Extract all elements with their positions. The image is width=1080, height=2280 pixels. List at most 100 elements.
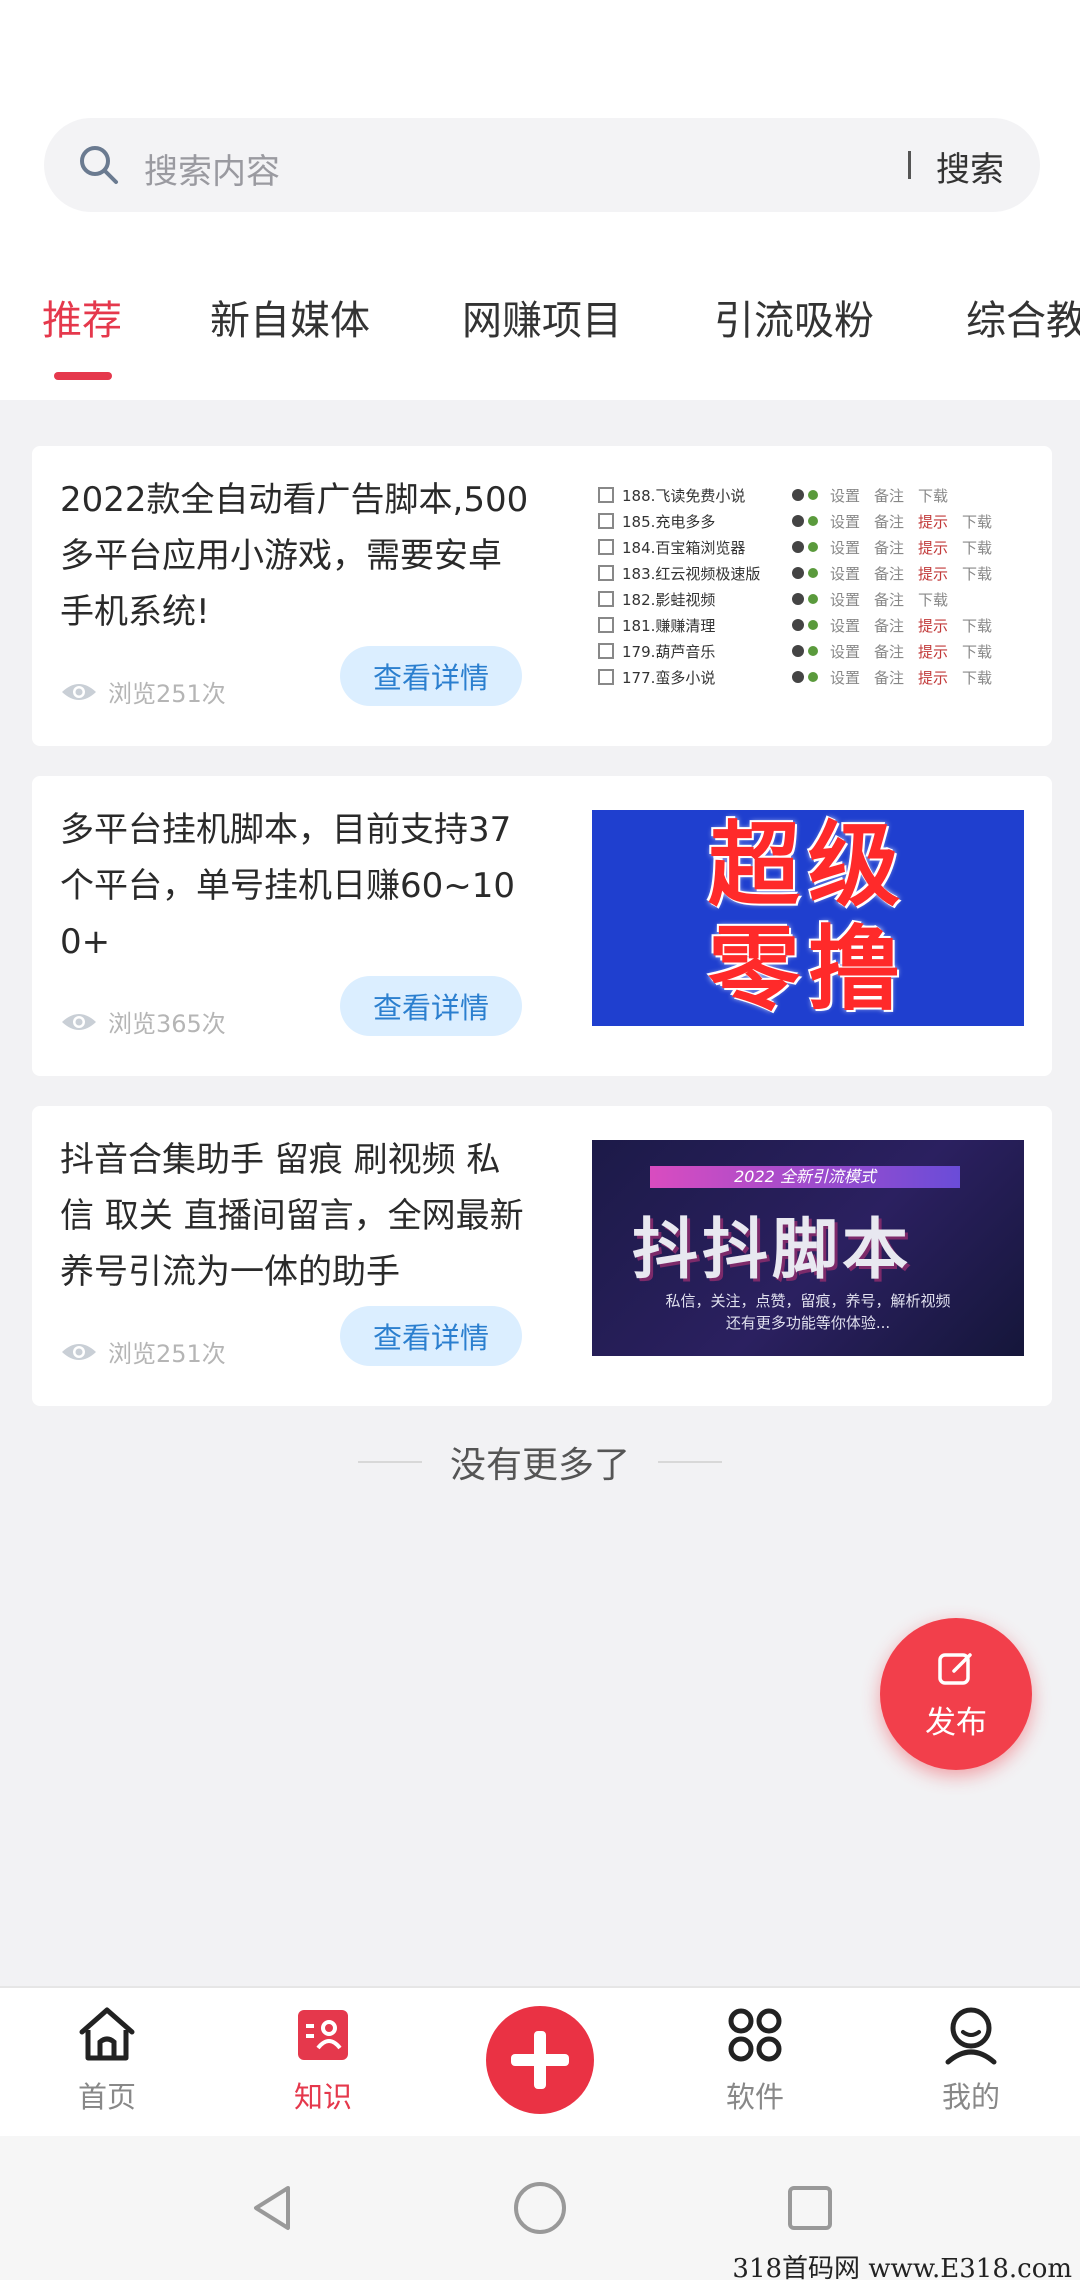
plus-icon (511, 2031, 569, 2089)
article-card[interactable]: 2022款全自动看广告脚本,500多平台应用小游戏，需要安卓手机系统! 浏览25… (32, 446, 1052, 746)
thumbnail-list-row: 185.充电多多 设置 备注 提示 下载 (598, 508, 1018, 534)
thumbnail-row-action: 备注 (874, 564, 905, 583)
thumbnail-list-row: 177.蛮多小说 设置 备注 提示 下载 (598, 664, 1018, 690)
status-dot-icon (792, 567, 804, 579)
views-text: 浏览251次 (108, 680, 226, 708)
thumbnail-subtext: 还有更多功能等你体验... (725, 1314, 891, 1332)
card-title[interactable]: 多平台挂机脚本，目前支持37个平台，单号挂机日赚60~100+ (60, 802, 530, 970)
nav-profile[interactable]: 我的 (906, 2002, 1036, 2116)
status-dot-icon (792, 645, 804, 657)
thumbnail-ribbon: 2022 全新引流模式 (650, 1166, 960, 1188)
thumbnail-list-row: 184.百宝箱浏览器 设置 备注 提示 下载 (598, 534, 1018, 560)
status-dot-icon (792, 541, 804, 553)
nav-home[interactable]: 首页 (42, 2002, 172, 2116)
tab-new-media[interactable]: 新自媒体 (210, 288, 370, 346)
thumbnail-row-action: 下载 (918, 486, 949, 505)
thumbnail-row-action: 下载 (962, 512, 993, 531)
checkbox-icon (598, 669, 614, 685)
leaf-icon (808, 620, 818, 630)
thumbnail-row-action: 备注 (874, 486, 905, 505)
watermark: 318首码网 www.E318.com (732, 2254, 1072, 2280)
card-thumbnail[interactable]: 188.飞读免费小说 设置 备注 下载 185.充电多多 设置 备注 提示 下载 184.百宝箱浏… (592, 480, 1024, 696)
status-dot-icon (792, 515, 804, 527)
search-input[interactable]: 搜索内容 (144, 144, 280, 193)
card-thumbnail[interactable]: 2022 全新引流模式 抖抖脚本 私信，关注，点赞，留痕，养号，解析视频 还有更… (592, 1140, 1024, 1356)
thumbnail-row-action: 设置 (830, 668, 861, 687)
card-title[interactable]: 抖音合集助手 留痕 刷视频 私信 取关 直播间留言，全网最新养号引流为一体的助手 (60, 1132, 530, 1300)
checkbox-icon (598, 513, 614, 529)
tab-recommended[interactable]: 推荐 (42, 288, 122, 346)
thumbnail-row-action: 设置 (830, 538, 861, 557)
search-divider (908, 151, 911, 179)
article-card[interactable]: 多平台挂机脚本，目前支持37个平台，单号挂机日赚60~100+ 浏览365次 查… (32, 776, 1052, 1076)
profile-icon (945, 2007, 997, 2065)
nav-software[interactable]: 软件 (690, 2002, 820, 2116)
thumbnail-row-action: 提示 (918, 538, 949, 557)
thumbnail-list-row: 181.赚赚清理 设置 备注 提示 下载 (598, 612, 1018, 638)
leaf-icon (808, 594, 818, 604)
tab-traffic[interactable]: 引流吸粉 (714, 288, 874, 346)
thumbnail-row-action: 提示 (918, 616, 949, 635)
card-thumbnail[interactable]: 超级 零撸 (592, 810, 1024, 1026)
nav-add-button[interactable] (486, 2006, 594, 2114)
card-title[interactable]: 2022款全自动看广告脚本,500多平台应用小游戏，需要安卓手机系统! (60, 472, 530, 640)
leaf-icon (808, 672, 818, 682)
active-tab-indicator (54, 372, 112, 380)
apps-icon (728, 2008, 782, 2062)
thumbnail-row-action: 备注 (874, 642, 905, 661)
thumbnail-text: 零撸 (707, 916, 908, 1023)
checkbox-icon (598, 539, 614, 555)
tab-online-earning[interactable]: 网赚项目 (462, 288, 622, 346)
thumbnail-row-action: 设置 (830, 512, 861, 531)
status-dot-icon (792, 489, 804, 501)
nav-knowledge[interactable]: 知识 (258, 2002, 388, 2116)
search-bar[interactable]: 搜索内容 搜索 (44, 118, 1040, 212)
thumbnail-row-name: 184.百宝箱浏览器 (622, 538, 746, 557)
view-details-button[interactable]: 查看详情 (340, 976, 522, 1036)
leaf-icon (808, 516, 818, 526)
header-area: 搜索内容 搜索 推荐 新自媒体 网赚项目 引流吸粉 综合教 (0, 0, 1080, 400)
view-details-button[interactable]: 查看详情 (340, 1306, 522, 1366)
home-circle-icon[interactable] (512, 2180, 568, 2236)
thumbnail-row-action: 下载 (918, 590, 949, 609)
checkbox-icon (598, 617, 614, 633)
checkbox-icon (598, 565, 614, 581)
publish-label: 发布 (925, 1704, 987, 1741)
thumbnail-row-action: 备注 (874, 590, 905, 609)
thumbnail-row-action: 下载 (962, 642, 993, 661)
thumbnail-row-name: 179.葫芦音乐 (622, 642, 716, 661)
eye-icon (62, 1343, 96, 1360)
eye-icon (62, 1013, 96, 1030)
leaf-icon (808, 568, 818, 578)
edit-icon (938, 1652, 972, 1685)
no-more-text: 没有更多了 (449, 1445, 630, 1486)
thumbnail-list-row: 179.葫芦音乐 设置 备注 提示 下载 (598, 638, 1018, 664)
search-button[interactable]: 搜索 (936, 142, 1004, 191)
thumbnail-row-name: 183.红云视频极速版 (622, 564, 761, 583)
status-dot-icon (792, 619, 804, 631)
thumbnail-row-action: 备注 (874, 538, 905, 557)
back-icon[interactable] (244, 2180, 300, 2236)
thumbnail-row-action: 提示 (918, 564, 949, 583)
divider (357, 1461, 422, 1463)
recents-icon[interactable] (782, 2180, 838, 2236)
tab-tutorials[interactable]: 综合教 (966, 288, 1080, 346)
thumbnail-row-action: 提示 (918, 642, 949, 661)
leaf-icon (808, 542, 818, 552)
thumbnail-row-action: 设置 (830, 616, 861, 635)
thumbnail-row-action: 备注 (874, 668, 905, 687)
thumbnail-row-name: 188.飞读免费小说 (622, 486, 746, 505)
publish-button[interactable]: 发布 (880, 1618, 1032, 1770)
article-card[interactable]: 抖音合集助手 留痕 刷视频 私信 取关 直播间留言，全网最新养号引流为一体的助手… (32, 1106, 1052, 1406)
thumbnail-row-action: 提示 (918, 512, 949, 531)
views-text: 浏览251次 (108, 1340, 226, 1368)
home-icon (79, 2007, 135, 2061)
thumbnail-list-row: 188.飞读免费小说 设置 备注 下载 (598, 482, 1018, 508)
thumbnail-row-action: 提示 (918, 668, 949, 687)
thumbnail-title: 抖抖脚本 (632, 1211, 912, 1288)
knowledge-icon (298, 2010, 348, 2060)
category-tabs: 推荐 新自媒体 网赚项目 引流吸粉 综合教 (0, 270, 1080, 380)
search-icon (80, 146, 118, 184)
thumbnail-list-row: 183.红云视频极速版 设置 备注 提示 下载 (598, 560, 1018, 586)
view-details-button[interactable]: 查看详情 (340, 646, 522, 706)
